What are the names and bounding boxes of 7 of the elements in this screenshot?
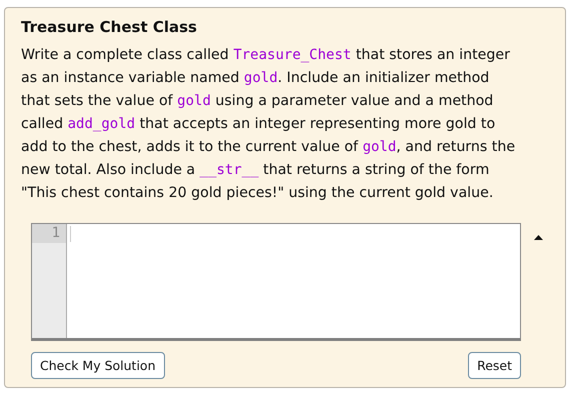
question-title: Treasure Chest Class [21, 18, 198, 36]
question-text: Write a complete class called Treasure_Chest that stores an integer as an instance variable named gold. Include an initializer method that sets the value of gold using a parameter value and a method called add_gold that accepts an integer representing more gold to add to the chest, adds it to the current value of gold, and returns the new total. Also include a __str__ that returns a string of the form "This chest contains 20 gold pieces!" using the current gold value. [21, 46, 516, 203]
caret-up-icon[interactable] [534, 235, 543, 240]
text-cursor [70, 226, 71, 242]
line-number: 1 [32, 224, 66, 243]
check-solution-button[interactable]: Check My Solution [31, 352, 165, 379]
reset-button[interactable]: Reset [468, 352, 521, 379]
